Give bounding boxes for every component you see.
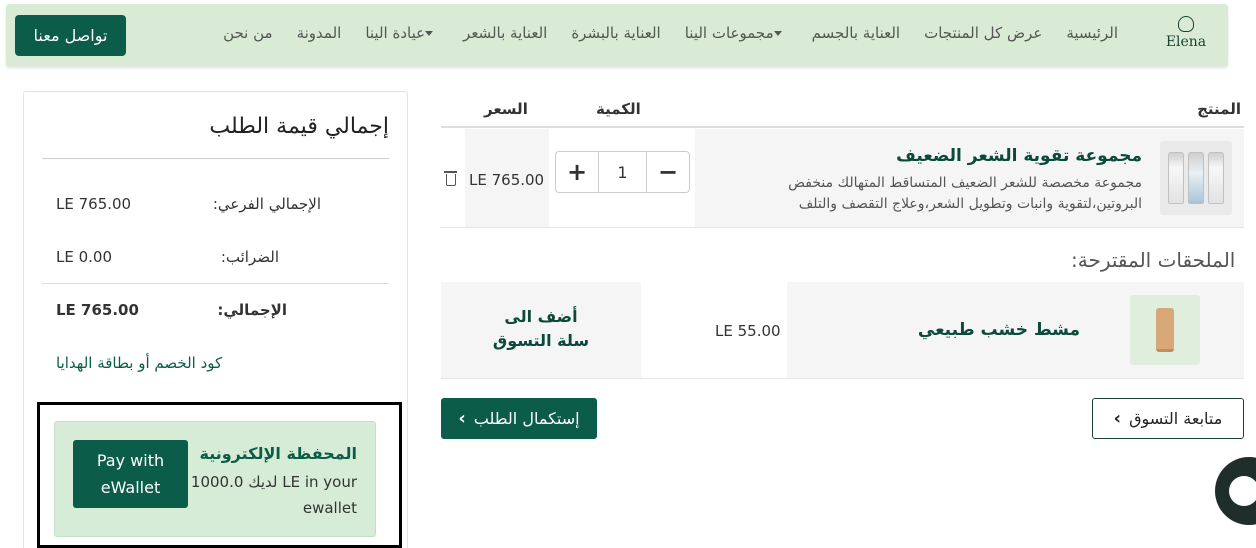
nav-elena-clinic-label: عيادة الينا <box>365 24 426 42</box>
nav-hair-care[interactable]: العناية بالشعر <box>463 24 547 42</box>
continue-shopping-button[interactable]: ‹ متابعة التسوق <box>1092 398 1244 439</box>
subtotal-row: LE 765.00 الإجمالي الفرعي: <box>56 195 377 213</box>
caret-down-icon <box>773 31 782 36</box>
discount-code-link[interactable]: كود الخصم أو بطاقة الهدايا <box>56 354 222 372</box>
nav-home[interactable]: الرئيسية <box>1066 24 1118 42</box>
ewallet-title: المحفظة الإلكترونية <box>199 444 357 463</box>
quantity-value[interactable]: 1 <box>598 152 647 192</box>
tax-value: LE 0.00 <box>56 248 113 266</box>
subtotal-value: LE 765.00 <box>56 195 132 213</box>
chat-widget[interactable] <box>1215 457 1256 525</box>
trash-icon[interactable] <box>444 171 457 186</box>
brand-logo[interactable]: Elena <box>1164 12 1208 58</box>
caret-down-icon <box>425 31 434 36</box>
bottle-icon <box>1168 152 1184 204</box>
bottle-icon <box>1208 152 1224 204</box>
plus-icon[interactable]: + <box>556 152 598 192</box>
nav-elena-collections-label: مجموعات الينا <box>684 24 774 42</box>
ewallet-balance: لديك 1000.0 LE in your ewallet <box>190 473 357 517</box>
checkout-button[interactable]: ‹ إستكمال الطلب <box>441 398 597 439</box>
comb-icon <box>1156 308 1174 352</box>
nav-elena-collections[interactable]: مجموعات الينا <box>685 24 788 42</box>
continue-shopping-label: متابعة التسوق <box>1129 409 1223 428</box>
nav-all-products[interactable]: عرض كل المنتجات <box>924 24 1042 42</box>
suggested-product-image[interactable] <box>1130 295 1200 365</box>
chat-icon <box>1229 476 1256 506</box>
summary-divider <box>42 283 389 284</box>
logo-mark-icon <box>1178 16 1194 32</box>
suggested-product-name[interactable]: مشط خشب طبيعي <box>918 320 1080 340</box>
add-to-cart-button[interactable]: أضف الى سلة التسوق <box>486 305 596 353</box>
total-row: LE 765.00 الإجمالي: <box>56 301 377 319</box>
order-summary-title: إجمالي قيمة الطلب <box>209 114 389 139</box>
cart-table-header: المنتج الكمية السعر <box>441 100 1244 128</box>
top-navbar: Elena الرئيسية عرض كل المنتجات العناية ب… <box>6 4 1228 66</box>
chevron-left-icon: ‹ <box>458 408 466 429</box>
tax-row: LE 0.00 الضرائب: <box>56 248 377 266</box>
subtotal-label: الإجمالي الفرعي: <box>212 195 321 213</box>
total-value: LE 765.00 <box>56 301 139 319</box>
logo-text: Elena <box>1165 34 1207 50</box>
suggested-accessories-title: الملحقات المقترحة: <box>1071 248 1236 272</box>
ewallet-box: المحفظة الإلكترونية لديك 1000.0 LE in yo… <box>54 421 376 537</box>
nav-blog[interactable]: المدونة <box>297 24 342 42</box>
nav-elena-clinic[interactable]: عيادة الينا <box>365 24 439 42</box>
checkout-label: إستكمال الطلب <box>473 409 580 428</box>
contact-us-button[interactable]: تواصل معنا <box>15 15 126 56</box>
cart-item-row: مجموعة تقوية الشعر الضعيف مجموعة مخصصة ل… <box>441 129 1244 228</box>
ewallet-highlight-frame: المحفظة الإلكترونية لديك 1000.0 LE in yo… <box>37 402 402 548</box>
nav-links: الرئيسية عرض كل المنتجات العناية بالجسم … <box>223 24 1118 42</box>
pay-with-ewallet-button[interactable]: Pay with eWallet <box>73 440 188 508</box>
item-price: LE 765.00 <box>469 171 545 189</box>
chevron-left-icon: ‹ <box>1113 408 1122 429</box>
product-name[interactable]: مجموعة تقوية الشعر الضعيف <box>896 146 1142 166</box>
product-description: مجموعة مخصصة للشعر الضعيف المتساقط المته… <box>788 175 1142 212</box>
nav-about[interactable]: من نحن <box>223 24 273 42</box>
summary-divider <box>42 158 389 159</box>
tax-label: الضرائب: <box>220 248 279 266</box>
nav-body-care[interactable]: العناية بالجسم <box>812 24 900 42</box>
quantity-stepper: + 1 − <box>555 151 690 193</box>
suggested-product-price: LE 55.00 <box>715 322 781 340</box>
header-price: السعر <box>484 100 528 118</box>
bottle-icon <box>1188 152 1204 204</box>
suggested-item-row: مشط خشب طبيعي LE 55.00 أضف الى سلة التسو… <box>441 282 1244 379</box>
total-label: الإجمالي: <box>217 301 287 319</box>
minus-icon[interactable]: − <box>647 152 689 192</box>
header-quantity: الكمية <box>596 100 641 118</box>
header-product: المنتج <box>1197 100 1241 118</box>
product-image[interactable] <box>1160 141 1232 215</box>
nav-skin-care[interactable]: العناية بالبشرة <box>571 24 660 42</box>
